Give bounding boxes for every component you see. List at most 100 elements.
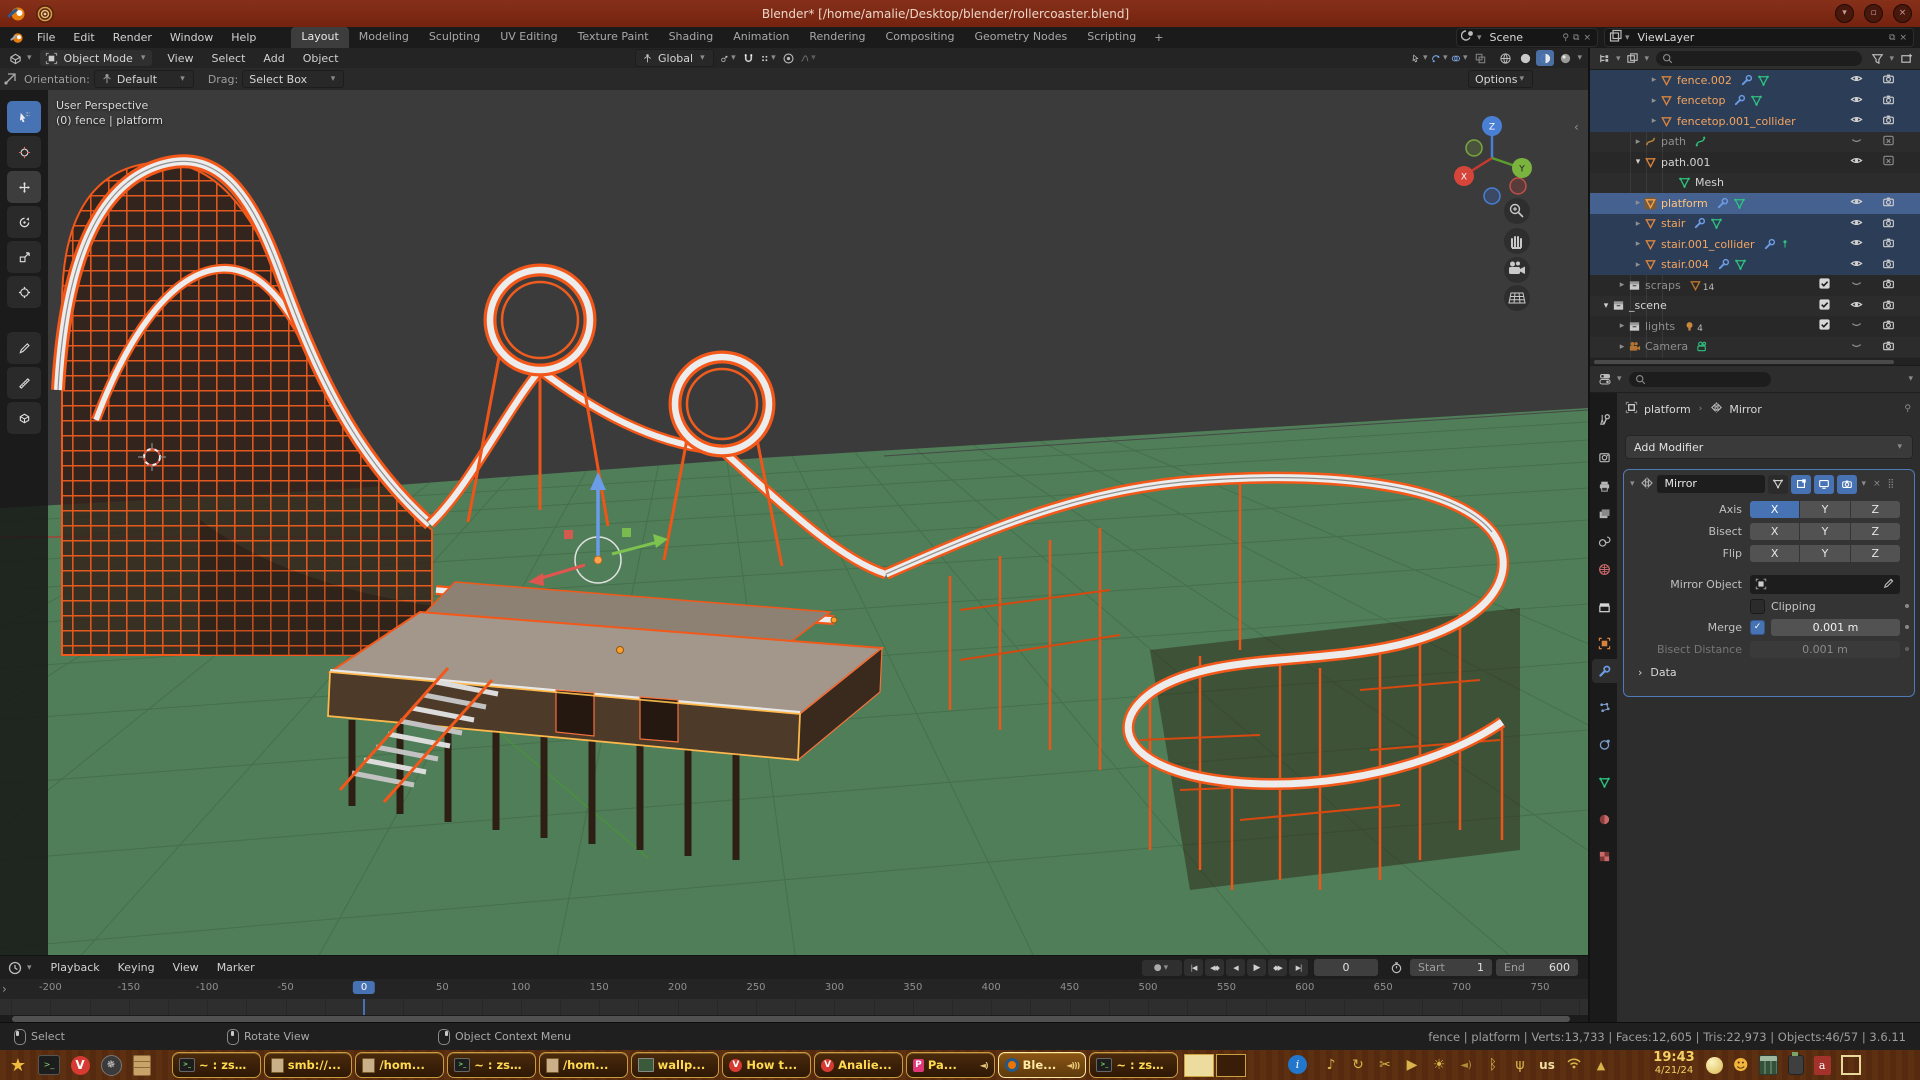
properties-search-input[interactable] bbox=[1629, 372, 1771, 387]
render-display-toggle[interactable] bbox=[1837, 475, 1857, 494]
taskbar-clock[interactable]: 19:43 4/21/24 bbox=[1646, 1051, 1702, 1077]
properties-tab-output[interactable] bbox=[1592, 474, 1617, 498]
mirror-object-field[interactable] bbox=[1750, 575, 1900, 594]
expand-arrow[interactable]: ▸ bbox=[1648, 116, 1660, 126]
camera-view-button[interactable] bbox=[1504, 257, 1530, 283]
expand-arrow[interactable]: ▸ bbox=[1648, 75, 1660, 85]
ball-tray-icon[interactable] bbox=[1706, 1057, 1723, 1074]
properties-tab-object[interactable] bbox=[1592, 631, 1617, 655]
flip-toggle-y[interactable]: Y bbox=[1800, 545, 1849, 562]
timeline-menu-keying[interactable]: Keying bbox=[109, 959, 164, 976]
properties-tab-collection[interactable] bbox=[1592, 595, 1617, 619]
auto-keying-button[interactable]: ●▾ bbox=[1142, 960, 1182, 976]
workspace-2[interactable] bbox=[1216, 1054, 1246, 1077]
tray-arrow-up-icon[interactable]: ▲ bbox=[1592, 1059, 1610, 1072]
outliner-row-fence-002[interactable]: ▸fence.002 bbox=[1590, 70, 1920, 91]
expand-arrow[interactable]: ▸ bbox=[1632, 198, 1644, 208]
tray-idea-icon[interactable]: ☀ bbox=[1430, 1057, 1448, 1073]
xray-toggle[interactable] bbox=[1471, 50, 1489, 66]
pan-hand-button[interactable] bbox=[1504, 228, 1530, 254]
data-expand-arrow[interactable]: › bbox=[1638, 666, 1642, 679]
workspace-tab-animation[interactable]: Animation bbox=[723, 27, 799, 48]
navigation-gizmo[interactable]: Z X Y bbox=[1434, 100, 1544, 320]
outliner-row-fencetop[interactable]: ▸fencetop bbox=[1590, 91, 1920, 112]
transport-jump-to-start[interactable]: |◀ bbox=[1184, 959, 1203, 976]
outliner-row-camera[interactable]: ▸Camera bbox=[1590, 337, 1920, 358]
taskbar-window-howt[interactable]: VHow t... bbox=[722, 1052, 811, 1078]
zoom-button[interactable] bbox=[1504, 198, 1530, 224]
camera-off-toggle-icon[interactable] bbox=[1882, 154, 1895, 170]
bisect-toggle-z[interactable]: Z bbox=[1851, 523, 1900, 540]
workspace-tab-uv-editing[interactable]: UV Editing bbox=[490, 27, 567, 48]
outliner-row-stair-004[interactable]: ▸stair.004 bbox=[1590, 255, 1920, 276]
orientation-dropdown[interactable]: Default▾ bbox=[94, 70, 194, 88]
outliner-filter-id-icon[interactable] bbox=[1624, 51, 1642, 67]
menubar-menu-window[interactable]: Window bbox=[161, 29, 222, 46]
window-box-tray-icon[interactable] bbox=[1841, 1055, 1861, 1075]
pin-icon[interactable]: ⚲ bbox=[1560, 33, 1571, 43]
eyedropper-icon[interactable] bbox=[1883, 577, 1895, 592]
expand-arrow[interactable]: ▸ bbox=[1632, 260, 1644, 270]
viewport-menu-select[interactable]: Select bbox=[202, 50, 254, 67]
window-close-button[interactable]: × bbox=[1893, 4, 1912, 23]
launcher-media-icon[interactable]: ✵ bbox=[98, 1053, 124, 1077]
tray-music-icon[interactable]: ♪ bbox=[1322, 1057, 1340, 1073]
eye-toggle-icon[interactable] bbox=[1850, 72, 1863, 88]
workspace-1[interactable] bbox=[1184, 1054, 1214, 1077]
workspace-tab-shading[interactable]: Shading bbox=[659, 27, 724, 48]
camera-toggle-icon[interactable] bbox=[1882, 339, 1895, 355]
properties-tab-scene[interactable] bbox=[1592, 529, 1617, 553]
animate-dot[interactable] bbox=[1905, 604, 1909, 608]
launcher-vivaldi-icon[interactable]: V bbox=[67, 1053, 93, 1077]
modifier-name-field[interactable]: Mirror bbox=[1657, 475, 1765, 493]
checkbox-toggle-icon[interactable] bbox=[1818, 298, 1831, 314]
viewport-editor-type-icon[interactable] bbox=[6, 50, 24, 66]
outliner-row--scene[interactable]: ▾_scene bbox=[1590, 296, 1920, 317]
tool-scale[interactable] bbox=[7, 241, 41, 273]
properties-tab-texture[interactable] bbox=[1592, 844, 1617, 868]
add-modifier-button[interactable]: Add Modifier ▾ bbox=[1625, 435, 1913, 459]
calculator-tray-icon[interactable] bbox=[1759, 1055, 1778, 1075]
copy-scene-icon[interactable]: ⧉ bbox=[1571, 33, 1581, 43]
tool-select-box[interactable] bbox=[7, 101, 41, 133]
expand-arrow[interactable]: ▸ bbox=[1632, 137, 1644, 147]
sidebar-collapse-arrow[interactable]: ‹ bbox=[1574, 120, 1579, 134]
smiley-tray-icon[interactable]: ☻ bbox=[1733, 1056, 1749, 1074]
workspace-tab-sculpting[interactable]: Sculpting bbox=[419, 27, 490, 48]
tool-cursor[interactable] bbox=[7, 136, 41, 168]
timeline-expand-arrow[interactable]: › bbox=[2, 982, 7, 996]
expand-arrow[interactable]: ▸ bbox=[1632, 219, 1644, 229]
tool-settings-icon[interactable] bbox=[1, 71, 19, 87]
window-menu-button[interactable]: ▾ bbox=[1835, 4, 1854, 23]
current-frame-badge[interactable]: 0 bbox=[353, 981, 375, 994]
viewport-menu-object[interactable]: Object bbox=[294, 50, 348, 67]
eye-toggle-icon[interactable] bbox=[1850, 113, 1863, 129]
properties-editor-type-icon[interactable] bbox=[1596, 371, 1614, 387]
viewport-menu-view[interactable]: View bbox=[158, 50, 202, 67]
workspace-pager[interactable] bbox=[1184, 1054, 1246, 1077]
outliner-row-path[interactable]: ▸path bbox=[1590, 132, 1920, 153]
3d-viewport[interactable]: User Perspective (0) fence | platform Z … bbox=[0, 90, 1588, 955]
expand-arrow[interactable]: ▸ bbox=[1616, 342, 1628, 352]
flip-toggle-x[interactable]: X bbox=[1750, 545, 1799, 562]
tray-wifi-icon[interactable] bbox=[1565, 1057, 1583, 1073]
new-collection-button[interactable] bbox=[1897, 51, 1915, 67]
properties-tab-render[interactable] bbox=[1592, 445, 1617, 469]
workspace-tab-geometry-nodes[interactable]: Geometry Nodes bbox=[964, 27, 1077, 48]
proportional-editing-toggle[interactable] bbox=[780, 50, 798, 66]
blender-menu-icon[interactable] bbox=[6, 27, 28, 49]
taskbar-window-ble[interactable]: Ble...◄))) bbox=[998, 1052, 1087, 1078]
options-dropdown[interactable]: Options▾ bbox=[1468, 70, 1533, 88]
workspace-tab-rendering[interactable]: Rendering bbox=[799, 27, 875, 48]
tool-annotate[interactable] bbox=[7, 332, 41, 364]
tray-usb-icon[interactable]: ψ bbox=[1511, 1057, 1529, 1073]
taskbar-window-pa[interactable]: PPa...◄) bbox=[906, 1052, 995, 1078]
menubar-menu-help[interactable]: Help bbox=[222, 29, 265, 46]
taskbar-window-wallp[interactable]: wallp... bbox=[631, 1052, 720, 1078]
axis-toggle-x[interactable]: X bbox=[1750, 501, 1799, 518]
taskbar-window-zsh[interactable]: >_~ : zsh... bbox=[1089, 1052, 1178, 1078]
breadcrumb-modifier[interactable]: Mirror bbox=[1729, 403, 1761, 416]
camera-toggle-icon[interactable] bbox=[1882, 257, 1895, 273]
tool-transform[interactable] bbox=[7, 276, 41, 308]
selectability-dropdown[interactable]: ▾ bbox=[1411, 50, 1429, 66]
